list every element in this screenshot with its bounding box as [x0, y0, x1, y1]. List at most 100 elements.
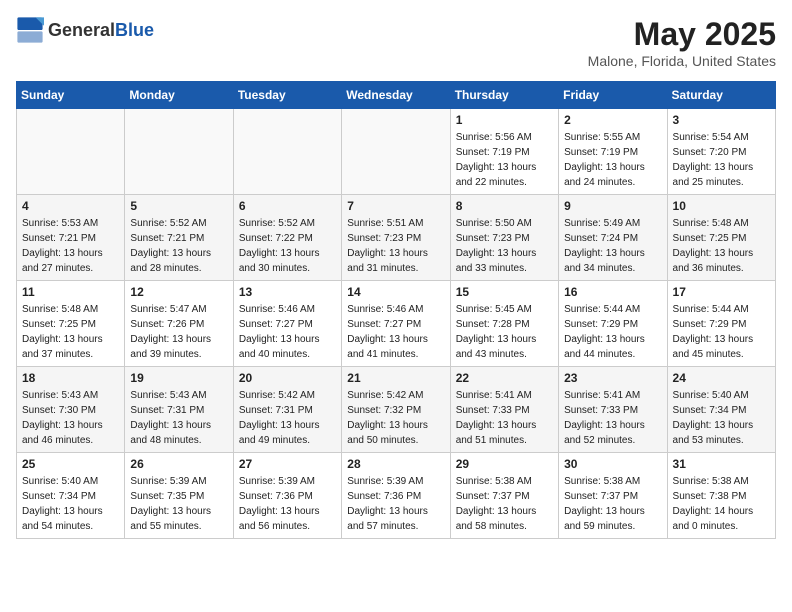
week-row-3: 11Sunrise: 5:48 AMSunset: 7:25 PMDayligh…	[17, 281, 776, 367]
day-info: Sunrise: 5:41 AMSunset: 7:33 PMDaylight:…	[564, 388, 661, 448]
calendar-cell: 27 Sunrise: 5:39 AMSunset: 7:36 PMDayligh…	[233, 453, 341, 539]
calendar-cell	[17, 109, 125, 195]
calendar-header-row: SundayMondayTuesdayWednesdayThursdayFrid…	[17, 82, 776, 109]
day-number: 10	[673, 199, 770, 213]
calendar-cell: 17Sunrise: 5:44 AMSunset: 7:29 PMDayligh…	[667, 281, 775, 367]
calendar-cell: 6Sunrise: 5:52 AMSunset: 7:22 PMDaylight…	[233, 195, 341, 281]
day-number: 20	[239, 371, 336, 385]
calendar-cell: 11Sunrise: 5:48 AMSunset: 7:25 PMDayligh…	[17, 281, 125, 367]
day-number: 25	[22, 457, 119, 471]
header-day-sunday: Sunday	[17, 82, 125, 109]
calendar-cell: 13Sunrise: 5:46 AMSunset: 7:27 PMDayligh…	[233, 281, 341, 367]
header-day-thursday: Thursday	[450, 82, 558, 109]
day-number: 4	[22, 199, 119, 213]
day-number: 8	[456, 199, 553, 213]
day-info: Sunrise: 5:39 AMSunset: 7:36 PMDaylight:…	[347, 474, 444, 534]
day-number: 18	[22, 371, 119, 385]
day-number: 1	[456, 113, 553, 127]
day-number: 22	[456, 371, 553, 385]
day-number: 24	[673, 371, 770, 385]
calendar-cell: 4Sunrise: 5:53 AMSunset: 7:21 PMDaylight…	[17, 195, 125, 281]
day-info: Sunrise: 5:55 AMSunset: 7:19 PMDaylight:…	[564, 130, 661, 190]
calendar-cell: 1Sunrise: 5:56 AMSunset: 7:19 PMDaylight…	[450, 109, 558, 195]
calendar-cell: 22 Sunrise: 5:41 AMSunset: 7:33 PMDayligh…	[450, 367, 558, 453]
day-info: Sunrise: 5:48 AMSunset: 7:25 PMDaylight:…	[22, 302, 119, 362]
day-number: 29	[456, 457, 553, 471]
calendar-cell: 21 Sunrise: 5:42 AMSunset: 7:32 PMDayligh…	[342, 367, 450, 453]
day-info: Sunrise: 5:52 AMSunset: 7:22 PMDaylight:…	[239, 216, 336, 276]
day-info: Sunrise: 5:47 AMSunset: 7:26 PMDaylight:…	[130, 302, 227, 362]
day-number: 3	[673, 113, 770, 127]
calendar-cell: 5Sunrise: 5:52 AMSunset: 7:21 PMDaylight…	[125, 195, 233, 281]
calendar-cell: 7 Sunrise: 5:51 AMSunset: 7:23 PMDaylight…	[342, 195, 450, 281]
day-number: 21	[347, 371, 444, 385]
calendar-cell: 30 Sunrise: 5:38 AMSunset: 7:37 PMDayligh…	[559, 453, 667, 539]
day-info: Sunrise: 5:48 AMSunset: 7:25 PMDaylight:…	[673, 216, 770, 276]
day-number: 5	[130, 199, 227, 213]
day-info: Sunrise: 5:40 AMSunset: 7:34 PMDaylight:…	[673, 388, 770, 448]
calendar-cell: 12 Sunrise: 5:47 AMSunset: 7:26 PMDayligh…	[125, 281, 233, 367]
calendar-cell: 14Sunrise: 5:46 AMSunset: 7:27 PMDayligh…	[342, 281, 450, 367]
day-number: 16	[564, 285, 661, 299]
day-info: Sunrise: 5:50 AMSunset: 7:23 PMDaylight:…	[456, 216, 553, 276]
day-number: 9	[564, 199, 661, 213]
day-number: 2	[564, 113, 661, 127]
calendar-cell: 10 Sunrise: 5:48 AMSunset: 7:25 PMDayligh…	[667, 195, 775, 281]
logo-general: General	[48, 20, 115, 40]
header-day-tuesday: Tuesday	[233, 82, 341, 109]
day-number: 23	[564, 371, 661, 385]
calendar-cell: 29Sunrise: 5:38 AMSunset: 7:37 PMDayligh…	[450, 453, 558, 539]
day-number: 27	[239, 457, 336, 471]
calendar-cell: 24 Sunrise: 5:40 AMSunset: 7:34 PMDayligh…	[667, 367, 775, 453]
day-number: 15	[456, 285, 553, 299]
header: GeneralBlue May 2025 Malone, Florida, Un…	[16, 16, 776, 69]
header-day-monday: Monday	[125, 82, 233, 109]
main-title: May 2025	[588, 16, 776, 53]
day-info: Sunrise: 5:41 AMSunset: 7:33 PMDaylight:…	[456, 388, 553, 448]
header-day-saturday: Saturday	[667, 82, 775, 109]
day-info: Sunrise: 5:45 AMSunset: 7:28 PMDaylight:…	[456, 302, 553, 362]
day-info: Sunrise: 5:40 AMSunset: 7:34 PMDaylight:…	[22, 474, 119, 534]
day-number: 30	[564, 457, 661, 471]
day-info: Sunrise: 5:39 AMSunset: 7:36 PMDaylight:…	[239, 474, 336, 534]
day-number: 19	[130, 371, 227, 385]
calendar-cell	[342, 109, 450, 195]
title-area: May 2025 Malone, Florida, United States	[588, 16, 776, 69]
calendar-cell: 15 Sunrise: 5:45 AMSunset: 7:28 PMDayligh…	[450, 281, 558, 367]
day-info: Sunrise: 5:44 AMSunset: 7:29 PMDaylight:…	[673, 302, 770, 362]
header-day-friday: Friday	[559, 82, 667, 109]
day-number: 7	[347, 199, 444, 213]
calendar-cell: 8 Sunrise: 5:50 AMSunset: 7:23 PMDaylight…	[450, 195, 558, 281]
day-number: 14	[347, 285, 444, 299]
calendar-table: SundayMondayTuesdayWednesdayThursdayFrid…	[16, 81, 776, 539]
logo: GeneralBlue	[16, 16, 154, 44]
day-number: 28	[347, 457, 444, 471]
calendar-cell: 3 Sunrise: 5:54 AMSunset: 7:20 PMDaylight…	[667, 109, 775, 195]
logo-text: GeneralBlue	[48, 20, 154, 41]
day-number: 13	[239, 285, 336, 299]
header-day-wednesday: Wednesday	[342, 82, 450, 109]
day-info: Sunrise: 5:42 AMSunset: 7:32 PMDaylight:…	[347, 388, 444, 448]
day-info: Sunrise: 5:54 AMSunset: 7:20 PMDaylight:…	[673, 130, 770, 190]
calendar-cell: 16 Sunrise: 5:44 AMSunset: 7:29 PMDayligh…	[559, 281, 667, 367]
calendar-cell: 18 Sunrise: 5:43 AMSunset: 7:30 PMDayligh…	[17, 367, 125, 453]
day-info: Sunrise: 5:51 AMSunset: 7:23 PMDaylight:…	[347, 216, 444, 276]
day-number: 12	[130, 285, 227, 299]
calendar-cell: 26Sunrise: 5:39 AMSunset: 7:35 PMDayligh…	[125, 453, 233, 539]
calendar-cell	[233, 109, 341, 195]
week-row-2: 4Sunrise: 5:53 AMSunset: 7:21 PMDaylight…	[17, 195, 776, 281]
logo-icon	[16, 16, 44, 44]
day-info: Sunrise: 5:43 AMSunset: 7:30 PMDaylight:…	[22, 388, 119, 448]
calendar-cell: 23 Sunrise: 5:41 AMSunset: 7:33 PMDayligh…	[559, 367, 667, 453]
day-number: 26	[130, 457, 227, 471]
logo-blue: Blue	[115, 20, 154, 40]
calendar-cell: 2 Sunrise: 5:55 AMSunset: 7:19 PMDaylight…	[559, 109, 667, 195]
day-info: Sunrise: 5:38 AMSunset: 7:38 PMDaylight:…	[673, 474, 770, 534]
day-info: Sunrise: 5:42 AMSunset: 7:31 PMDaylight:…	[239, 388, 336, 448]
day-info: Sunrise: 5:44 AMSunset: 7:29 PMDaylight:…	[564, 302, 661, 362]
calendar-cell: 28 Sunrise: 5:39 AMSunset: 7:36 PMDayligh…	[342, 453, 450, 539]
week-row-4: 18 Sunrise: 5:43 AMSunset: 7:30 PMDayligh…	[17, 367, 776, 453]
subtitle: Malone, Florida, United States	[588, 53, 776, 69]
day-number: 31	[673, 457, 770, 471]
day-info: Sunrise: 5:38 AMSunset: 7:37 PMDaylight:…	[564, 474, 661, 534]
